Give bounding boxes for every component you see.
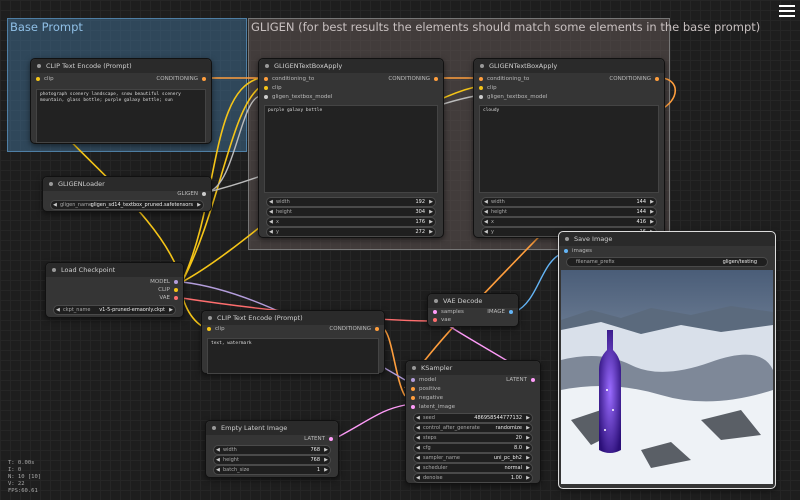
x-widget[interactable]: ◀ x 176 ▶ <box>266 217 436 227</box>
node-title: Save Image <box>574 235 613 243</box>
sampler-name-combo[interactable]: ◀ sampler_name uni_pc_bh2 ▶ <box>413 453 533 463</box>
collapse-dot-icon[interactable] <box>49 182 53 186</box>
input-gligen-textbox-model[interactable]: gligen_textbox_model <box>479 93 547 102</box>
collapse-dot-icon[interactable] <box>480 64 484 68</box>
generated-image-preview <box>561 270 773 484</box>
output-conditioning[interactable]: CONDITIONING <box>609 75 659 84</box>
output-conditioning[interactable]: CONDITIONING <box>156 75 206 84</box>
node-title: CLIP Text Encode (Prompt) <box>46 62 132 70</box>
gligen-loader-node[interactable]: GLIGENLoader GLIGEN ◀ gligen_name gligen_s… <box>42 176 212 212</box>
control-after-generate-combo[interactable]: ◀ control_after_generate randomize ▶ <box>413 423 533 433</box>
collapse-dot-icon[interactable] <box>434 299 438 303</box>
vae-decode-node[interactable]: VAE Decode samples IMAGE vae <box>427 293 519 327</box>
input-clip[interactable]: clip <box>36 75 54 84</box>
cfg-widget[interactable]: ◀ cfg 8.0 ▶ <box>413 443 533 453</box>
node-title: Empty Latent Image <box>221 424 288 432</box>
stat-i: I: 0 <box>8 467 22 473</box>
output-conditioning[interactable]: CONDITIONING <box>329 325 379 334</box>
output-image[interactable]: IMAGE <box>487 308 513 317</box>
filename-prefix-field[interactable]: filename_prefix gligen/testing <box>566 257 768 267</box>
input-positive[interactable]: positive <box>411 385 441 394</box>
output-vae[interactable]: VAE <box>159 294 178 303</box>
height-widget[interactable]: ◀ height 304 ▶ <box>266 207 436 217</box>
height-widget[interactable]: ◀ height 144 ▶ <box>481 207 657 217</box>
seed-widget[interactable]: ◀ seed 486958544777132 ▶ <box>413 413 533 423</box>
clip-text-encode-positive-node[interactable]: CLIP Text Encode (Prompt) clip CONDITION… <box>30 58 212 144</box>
node-title: GLIGENTextBoxApply <box>274 62 343 70</box>
collapse-dot-icon[interactable] <box>52 268 56 272</box>
load-checkpoint-node[interactable]: Load Checkpoint MODEL CLIP VAE ◀ ckpt_nam… <box>45 262 184 318</box>
prompt-textarea[interactable]: text, watermark <box>207 338 379 374</box>
box-text-textarea[interactable]: cloudy <box>479 105 659 193</box>
input-clip[interactable]: clip <box>479 84 497 93</box>
stat-v: V: 22 <box>8 481 25 487</box>
steps-widget[interactable]: ◀ steps 20 ▶ <box>413 433 533 443</box>
output-latent[interactable]: LATENT <box>304 435 333 444</box>
prompt-textarea[interactable]: photograph scenery landscape, snow beaut… <box>36 89 206 143</box>
clip-text-encode-negative-node[interactable]: CLIP Text Encode (Prompt) clip CONDITION… <box>201 310 385 374</box>
output-latent[interactable]: LATENT <box>506 376 535 385</box>
gligen-textbox-apply-node-1[interactable]: GLIGENTextBoxApply conditioning_to CONDI… <box>258 58 444 238</box>
input-clip[interactable]: clip <box>264 84 282 93</box>
hamburger-menu-icon[interactable] <box>779 5 795 17</box>
gligen-textbox-apply-node-2[interactable]: GLIGENTextBoxApply conditioning_to CONDI… <box>473 58 665 238</box>
batch-size-widget[interactable]: ◀ batch_size 1 ▶ <box>213 465 331 475</box>
input-negative[interactable]: negative <box>411 394 443 403</box>
node-title: Load Checkpoint <box>61 266 116 274</box>
collapse-dot-icon[interactable] <box>565 237 569 241</box>
width-widget[interactable]: ◀ width 192 ▶ <box>266 197 436 207</box>
socket-icon[interactable] <box>36 76 40 81</box>
input-conditioning-to[interactable]: conditioning_to <box>479 75 529 84</box>
width-widget[interactable]: ◀ width 144 ▶ <box>481 197 657 207</box>
input-model[interactable]: model <box>411 376 436 385</box>
denoise-widget[interactable]: ◀ denoise 1.00 ▶ <box>413 473 533 483</box>
stat-fps: FPS:60.61 <box>8 488 38 494</box>
input-gligen-textbox-model[interactable]: gligen_textbox_model <box>264 93 332 102</box>
input-images[interactable]: images <box>564 247 592 256</box>
node-title: VAE Decode <box>443 297 483 305</box>
input-vae[interactable]: vae <box>433 316 451 325</box>
ckpt-name-combo[interactable]: ◀ ckpt_name v1-5-pruned-emaonly.ckpt ▶ <box>53 305 176 315</box>
node-title: KSampler <box>421 364 453 372</box>
gligen-name-combo[interactable]: ◀ gligen_name gligen_sd14_textbox_pruned.s… <box>50 200 204 210</box>
box-text-textarea[interactable]: purple galaxy bottle <box>264 105 438 193</box>
scheduler-combo[interactable]: ◀ scheduler normal ▶ <box>413 463 533 473</box>
stat-nodes: N: 10 [10] <box>8 474 42 480</box>
collapse-dot-icon[interactable] <box>37 64 41 68</box>
node-title: CLIP Text Encode (Prompt) <box>217 314 303 322</box>
collapse-dot-icon[interactable] <box>208 316 212 320</box>
height-widget[interactable]: ◀ height 768 ▶ <box>213 455 331 465</box>
collapse-dot-icon[interactable] <box>212 426 216 430</box>
input-conditioning-to[interactable]: conditioning_to <box>264 75 314 84</box>
stats-overlay: T: 0.00s I: 0 N: 10 [10] V: 22 FPS:60.61 <box>8 460 41 495</box>
empty-latent-image-node[interactable]: Empty Latent Image LATENT ◀ width 768 ▶ ◀ he… <box>205 420 339 478</box>
stat-time: T: 0.00s <box>8 460 35 466</box>
output-gligen[interactable]: GLIGEN <box>177 190 206 199</box>
input-clip[interactable]: clip <box>207 325 225 334</box>
x-widget[interactable]: ◀ x 416 ▶ <box>481 217 657 227</box>
output-conditioning[interactable]: CONDITIONING <box>388 75 438 84</box>
save-image-node[interactable]: Save Image images filename_prefix gligen/… <box>558 231 776 489</box>
collapse-dot-icon[interactable] <box>265 64 269 68</box>
width-widget[interactable]: ◀ width 768 ▶ <box>213 445 331 455</box>
ksampler-node[interactable]: KSampler model LATENT positive negative … <box>405 360 541 484</box>
collapse-dot-icon[interactable] <box>412 366 416 370</box>
input-latent-image[interactable]: latent_image <box>411 403 455 412</box>
node-title: GLIGENLoader <box>58 180 105 188</box>
node-title: GLIGENTextBoxApply <box>489 62 558 70</box>
y-widget[interactable]: ◀ y 272 ▶ <box>266 227 436 237</box>
socket-icon[interactable] <box>202 76 206 81</box>
